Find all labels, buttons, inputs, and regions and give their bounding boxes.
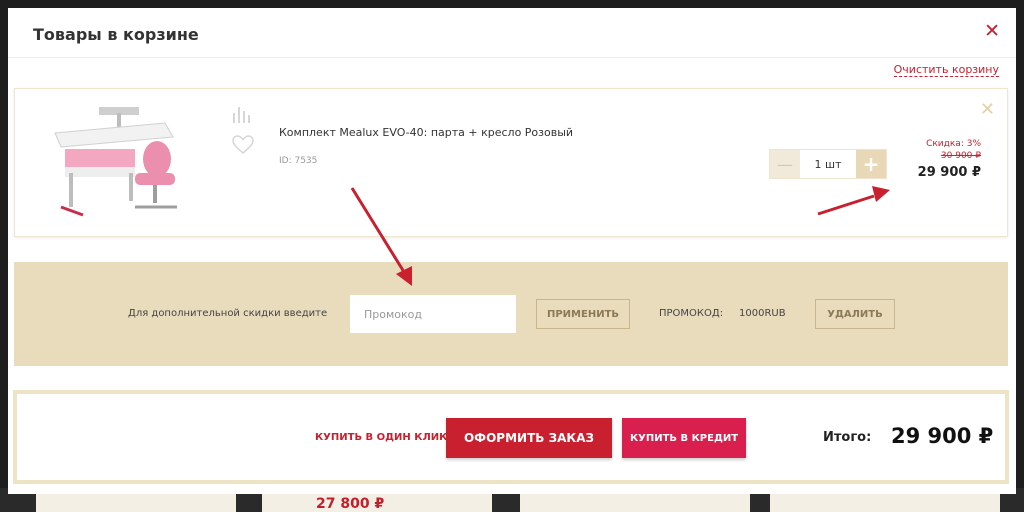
promo-code-value: 1000RUB (739, 308, 786, 319)
modal-title: Товары в корзине (33, 25, 199, 44)
price-block: Скидка: 3% 30 900 ₽ 29 900 ₽ (901, 139, 981, 180)
apply-promo-button[interactable]: ПРИМЕНИТЬ (536, 299, 630, 329)
cart-item: ✕ Комплект Mealux EVO-40: парта + кресло… (14, 88, 1008, 237)
stats-icon[interactable] (231, 105, 251, 123)
clear-cart-link[interactable]: Очистить корзину (893, 63, 999, 77)
modal-header: Товары в корзине ✕ (8, 8, 1016, 58)
plus-icon[interactable]: + (856, 150, 886, 178)
background-product-card (36, 492, 236, 512)
background-product-card (520, 492, 750, 512)
product-id: ID: 7535 (279, 156, 318, 166)
promo-panel: Для дополнительной скидки введите Промок… (14, 262, 1008, 366)
buy-one-click-link[interactable]: КУПИТЬ В ОДИН КЛИК (315, 432, 447, 443)
total-value: 29 900 ₽ (891, 424, 994, 448)
old-price: 30 900 ₽ (940, 151, 981, 161)
promo-code-input[interactable]: Промокод (350, 295, 516, 333)
close-icon[interactable]: ✕ (984, 21, 1000, 41)
checkout-button[interactable]: ОФОРМИТЬ ЗАКАЗ (446, 418, 612, 458)
quantity-value[interactable]: 1 шт (800, 150, 856, 178)
promo-code-label: ПРОМОКОД: (659, 308, 724, 319)
delete-promo-button[interactable]: УДАЛИТЬ (815, 299, 895, 329)
promo-label: Для дополнительной скидки введите (128, 308, 328, 319)
minus-icon[interactable]: — (770, 150, 800, 178)
quantity-stepper: — 1 шт + (769, 149, 887, 179)
heart-icon[interactable] (232, 135, 254, 155)
cart-modal: Товары в корзине ✕ Очистить корзину ✕ Ко… (8, 8, 1016, 494)
background-product-card (770, 492, 1000, 512)
buy-credit-button[interactable]: КУПИТЬ В КРЕДИТ (622, 418, 746, 458)
discount-label: Скидка: 3% (926, 139, 981, 149)
product-image[interactable] (35, 103, 191, 225)
background-price: 27 800 ₽ (316, 496, 385, 512)
item-price: 29 900 ₽ (917, 165, 981, 180)
product-name[interactable]: Комплект Mealux EVO-40: парта + кресло Р… (279, 126, 573, 139)
checkout-panel: КУПИТЬ В ОДИН КЛИК ОФОРМИТЬ ЗАКАЗ КУПИТЬ… (13, 390, 1009, 484)
remove-icon[interactable]: ✕ (980, 99, 995, 120)
total-label: Итого: (823, 430, 872, 445)
